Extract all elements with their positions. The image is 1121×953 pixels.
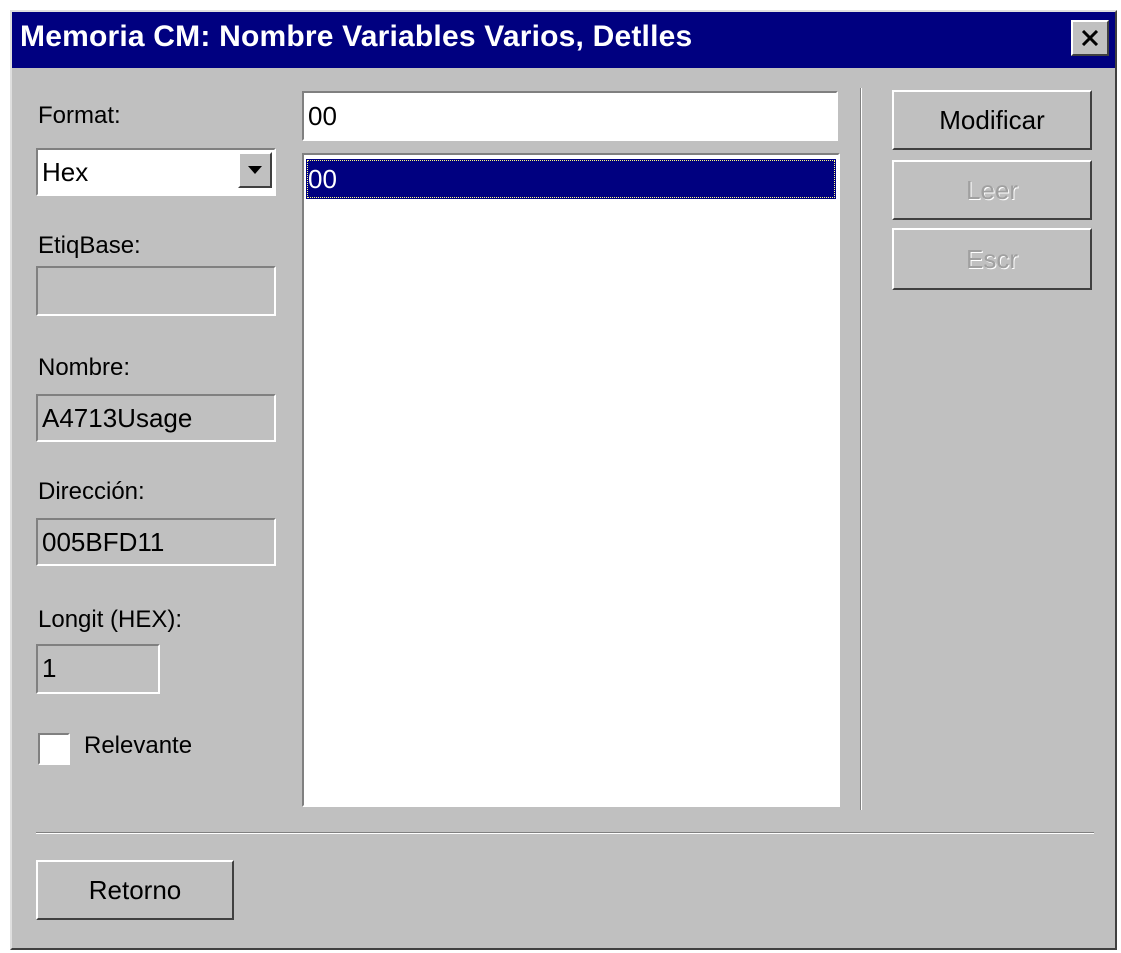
- relevante-label[interactable]: Relevante: [84, 732, 192, 760]
- horizontal-divider: [36, 832, 1094, 834]
- value-input[interactable]: 00: [302, 91, 838, 141]
- relevante-checkbox[interactable]: [38, 733, 70, 765]
- dialog-window: Memoria CM: Nombre Variables Varios, Det…: [10, 10, 1117, 950]
- modificar-button[interactable]: Modificar: [892, 90, 1092, 150]
- nombre-field[interactable]: A4713Usage: [36, 394, 276, 442]
- format-select-value: Hex: [42, 157, 89, 187]
- etiqbase-field[interactable]: [36, 266, 276, 316]
- direccion-label: Dirección:: [38, 478, 145, 505]
- format-label: Format:: [38, 102, 121, 129]
- format-select[interactable]: Hex: [36, 148, 276, 196]
- close-icon: [1081, 30, 1099, 46]
- retorno-button[interactable]: Retorno: [36, 860, 234, 920]
- title-bar: Memoria CM: Nombre Variables Varios, Det…: [12, 12, 1115, 68]
- value-listbox[interactable]: 00: [302, 153, 840, 807]
- close-button[interactable]: [1071, 20, 1109, 56]
- longit-label: Longit (HEX):: [38, 606, 183, 633]
- vertical-divider: [860, 88, 862, 810]
- chevron-down-icon: [248, 166, 262, 174]
- format-dropdown-button[interactable]: [238, 152, 272, 188]
- direccion-field[interactable]: 005BFD11: [36, 518, 276, 566]
- etiqbase-label: EtiqBase:: [38, 232, 141, 259]
- list-item[interactable]: 00: [306, 159, 836, 199]
- window-title: Memoria CM: Nombre Variables Varios, Det…: [20, 20, 693, 53]
- longit-field[interactable]: 1: [36, 644, 160, 694]
- escr-button[interactable]: Escr: [892, 228, 1092, 290]
- nombre-label: Nombre:: [38, 354, 131, 381]
- leer-button[interactable]: Leer: [892, 160, 1092, 220]
